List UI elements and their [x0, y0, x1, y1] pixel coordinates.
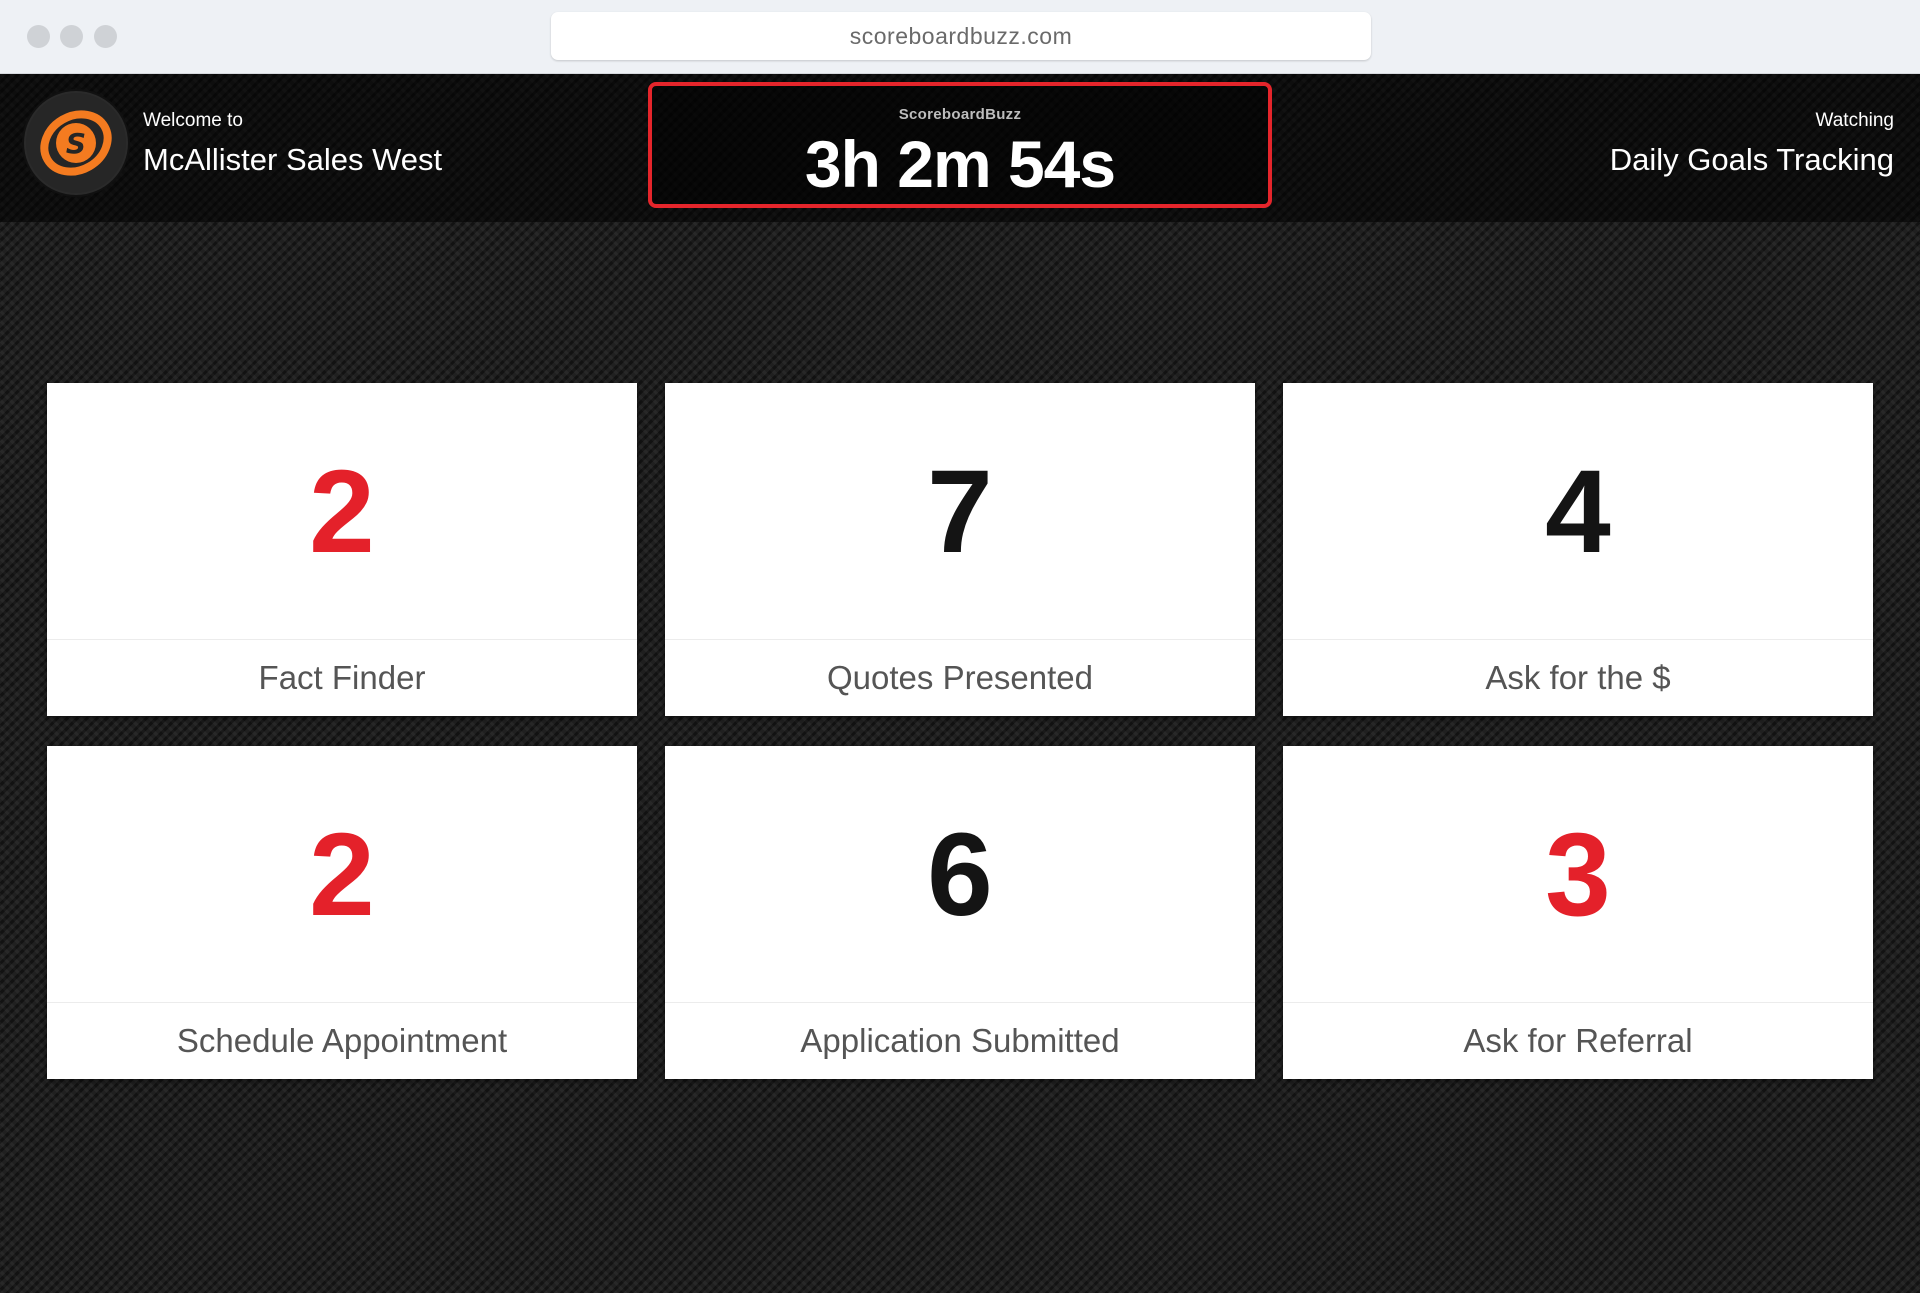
- welcome-label: Welcome to: [143, 110, 243, 131]
- window-maximize-button[interactable]: [94, 25, 117, 48]
- metric-tile-application-submitted: 6 Application Submitted: [665, 746, 1255, 1079]
- scoreboard-page: S Welcome to McAllister Sales West Score…: [0, 74, 1920, 1293]
- timer-brand-label: ScoreboardBuzz: [898, 106, 1022, 123]
- scoreboardbuzz-s-logo-icon: S: [24, 91, 128, 195]
- window-close-button[interactable]: [27, 25, 50, 48]
- metric-tile-fact-finder: 2 Fact Finder: [47, 383, 637, 716]
- metric-label: Application Submitted: [800, 1022, 1120, 1059]
- window-minimize-button[interactable]: [60, 25, 83, 48]
- metric-tile-ask-for-money: 4 Ask for the $: [1283, 383, 1873, 716]
- metric-label: Schedule Appointment: [176, 1022, 508, 1059]
- svg-text:S: S: [66, 127, 86, 160]
- countdown-timer: ScoreboardBuzz 3h 2m 54s: [648, 82, 1272, 208]
- metric-label: Fact Finder: [258, 659, 426, 696]
- watching-label: Watching: [1815, 110, 1895, 131]
- metric-label: Ask for the $: [1485, 659, 1671, 696]
- organization-name: McAllister Sales West: [143, 142, 443, 177]
- metric-value: 3: [1545, 809, 1611, 941]
- metric-value: 2: [309, 809, 375, 941]
- metric-value: 4: [1545, 446, 1611, 578]
- timer-value: 3h 2m 54s: [804, 127, 1116, 201]
- browser-chrome: scoreboardbuzz.com: [0, 0, 1920, 74]
- metric-label: Quotes Presented: [827, 659, 1093, 696]
- board-name: Daily Goals Tracking: [1609, 142, 1894, 177]
- scoreboard-header: S Welcome to McAllister Sales West Score…: [0, 74, 1920, 222]
- metric-tile-schedule-appointment: 2 Schedule Appointment: [47, 746, 637, 1079]
- metric-value: 7: [927, 446, 993, 578]
- metric-tile-ask-for-referral: 3 Ask for Referral: [1283, 746, 1873, 1079]
- metric-value: 2: [309, 446, 375, 578]
- metric-tile-quotes-presented: 7 Quotes Presented: [665, 383, 1255, 716]
- address-bar[interactable]: scoreboardbuzz.com: [551, 12, 1371, 60]
- metric-label: Ask for Referral: [1463, 1022, 1693, 1059]
- metric-value: 6: [927, 809, 993, 941]
